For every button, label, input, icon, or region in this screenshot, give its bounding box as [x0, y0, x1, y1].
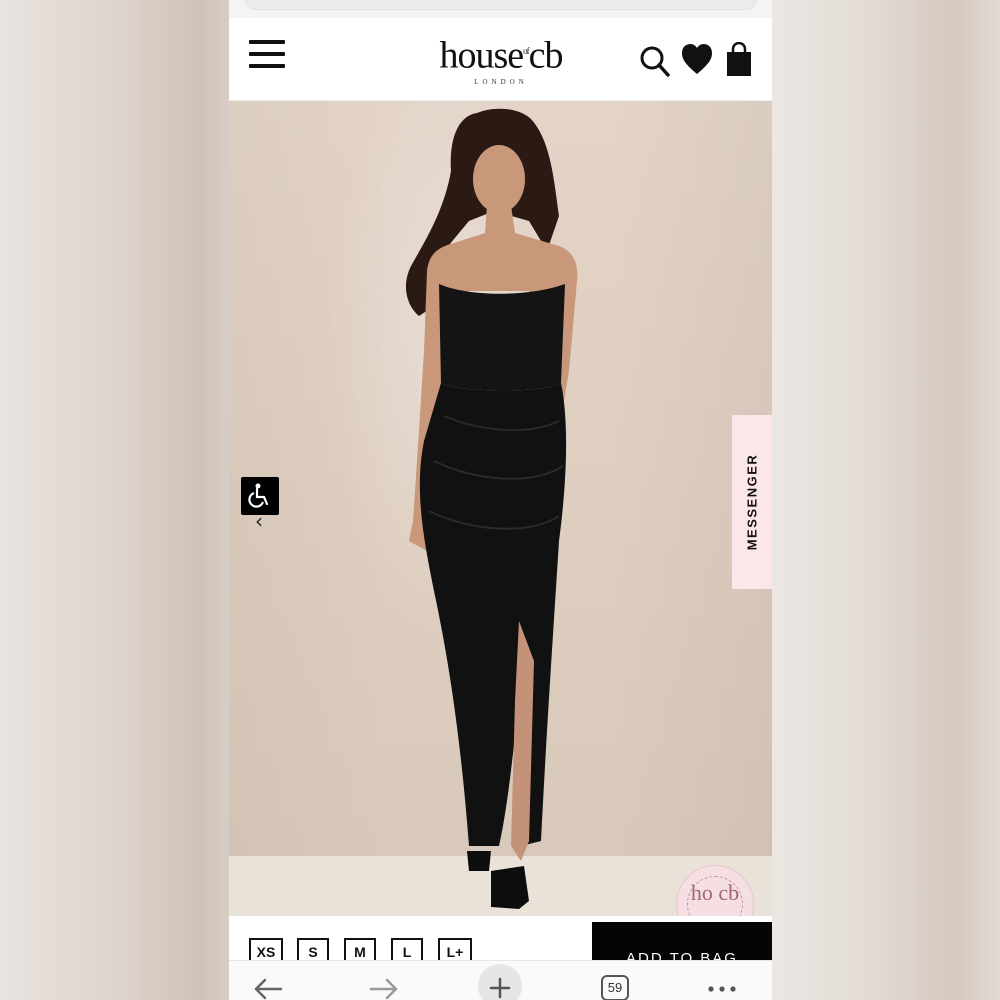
browser-toolbar: 59 [229, 960, 772, 1000]
watermark-text: ho cb [687, 876, 743, 916]
messenger-label: MESSENGER [744, 453, 760, 551]
backdrop-right [772, 0, 1000, 1000]
prev-image-arrow[interactable]: ‹ [255, 509, 263, 533]
plus-icon [489, 977, 511, 999]
browser-url-strip [229, 0, 772, 18]
url-bar[interactable] [245, 0, 757, 10]
new-tab-button[interactable] [478, 964, 522, 1000]
logo-subtitle: LONDON [474, 77, 528, 86]
logo-house: house [439, 34, 524, 77]
tab-count-button[interactable]: 59 [601, 975, 629, 1000]
back-arrow-icon[interactable] [251, 961, 285, 1000]
model-illustration [405, 108, 578, 909]
messenger-tab[interactable]: MESSENGER [732, 415, 772, 589]
phone-screen: houseofcb LONDON ‹ MESSENGER ho cb XS S … [229, 0, 772, 1000]
logo-cb: cb [528, 34, 564, 77]
forward-arrow-icon[interactable] [367, 961, 401, 1000]
shopping-bag-icon[interactable] [723, 41, 755, 78]
more-dots-icon[interactable] [705, 961, 739, 1000]
brand-logo[interactable]: houseofcb LONDON [415, 30, 587, 87]
heart-icon[interactable] [681, 42, 713, 78]
hamburger-menu-icon[interactable] [249, 40, 285, 72]
site-header: houseofcb LONDON [229, 18, 772, 101]
product-hero-image: ‹ MESSENGER ho cb [229, 101, 772, 916]
search-icon[interactable] [639, 42, 671, 78]
